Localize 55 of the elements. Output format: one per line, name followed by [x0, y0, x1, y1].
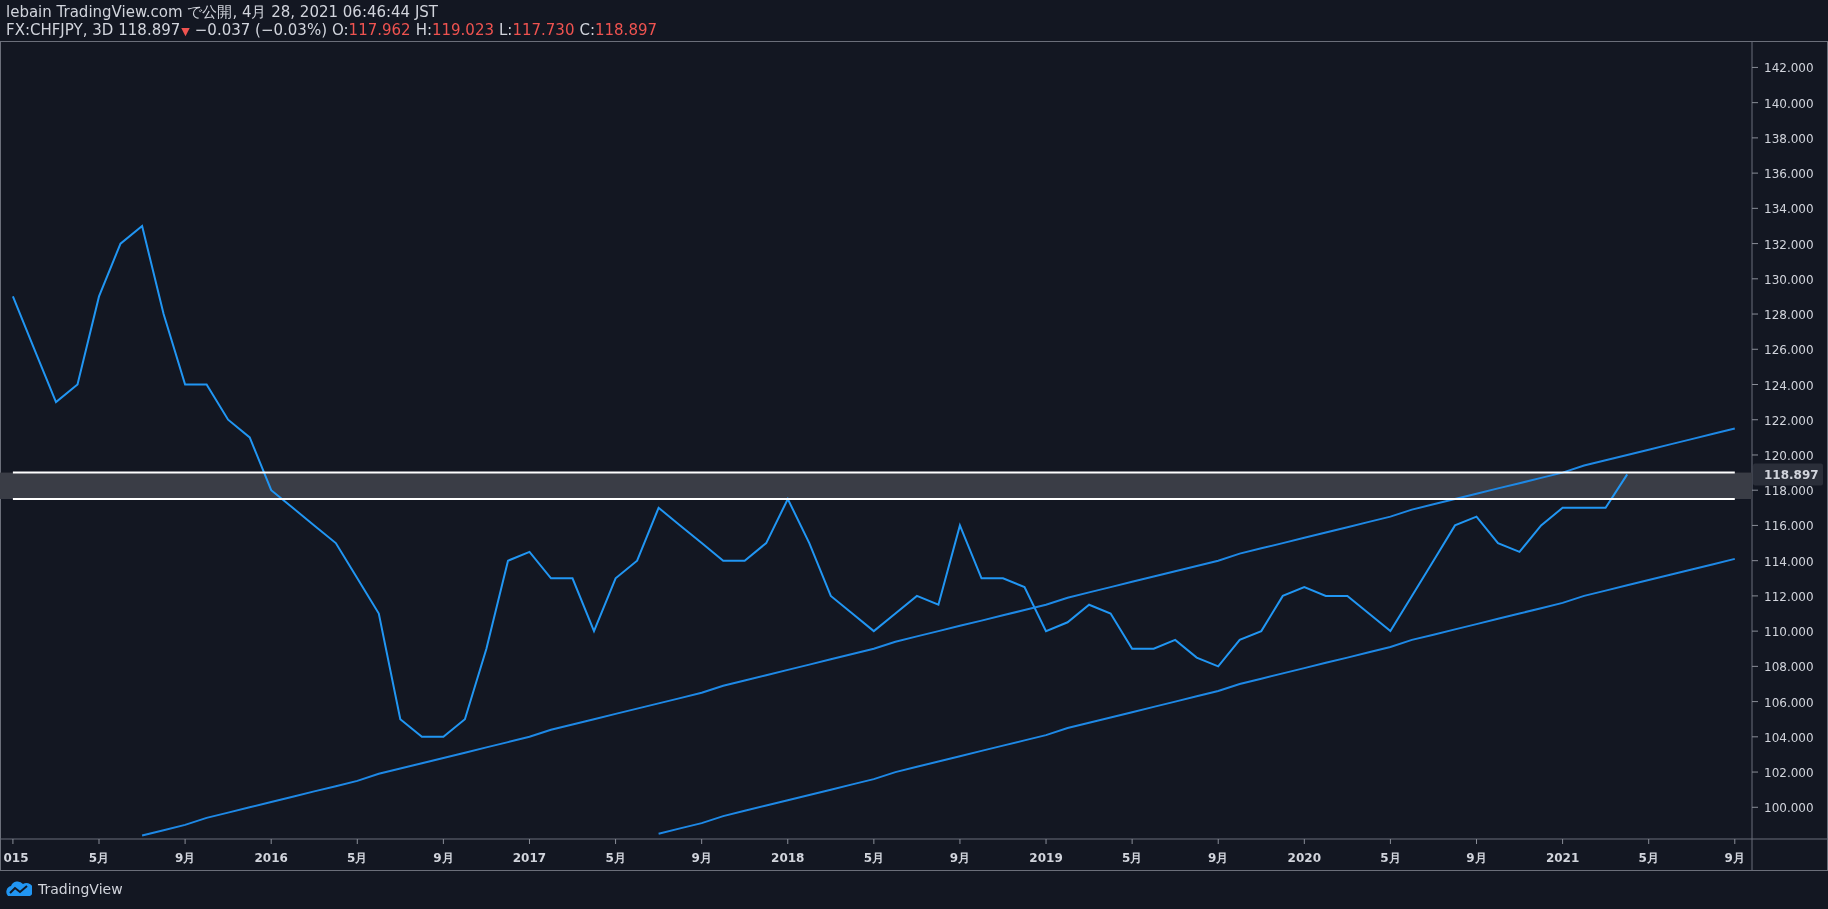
axis-label: 110.000 — [1764, 625, 1814, 640]
axis-label: 2021 — [1545, 851, 1580, 865]
axis-label: 5月 — [605, 851, 626, 865]
axis-label: 9月 — [174, 851, 196, 865]
axis-label: 5月 — [1380, 851, 1401, 865]
cloud-logo-icon — [6, 881, 32, 897]
last-price: 118.897 — [118, 21, 181, 39]
axis-label: 2017 — [512, 851, 547, 865]
axis-label: 140.000 — [1764, 96, 1814, 111]
axis-label: 142.000 — [1764, 61, 1814, 76]
axis-label: 108.000 — [1764, 660, 1814, 675]
axis-label: 104.000 — [1764, 730, 1814, 745]
axis-label: 112.000 — [1764, 589, 1814, 604]
brand-name: TradingView — [38, 881, 123, 897]
ohlc-value: C:118.897 — [579, 21, 657, 39]
axis-label: 118.000 — [1764, 484, 1814, 499]
axis-label: 136.000 — [1764, 167, 1814, 182]
axis-label: 130.000 — [1764, 272, 1814, 287]
axis-label: 5月 — [1638, 851, 1659, 865]
axis-label: 5月 — [347, 851, 368, 865]
axis-label: 2019 — [1029, 851, 1063, 865]
axis-label: 124.000 — [1764, 378, 1814, 393]
axis-label: 122.000 — [1764, 413, 1814, 428]
axis-label: 9月 — [691, 851, 712, 865]
axis-label: 126.000 — [1764, 343, 1814, 358]
ohlc-value: H:119.023 — [415, 21, 494, 39]
axis-label: 102.000 — [1764, 766, 1814, 781]
axis-label: 100.000 — [1764, 801, 1814, 816]
axis-label: 9月 — [1724, 851, 1745, 865]
axis-label: 114.000 — [1764, 554, 1814, 569]
axis-label: 9月 — [433, 851, 454, 865]
price-tag: 118.897 — [1753, 463, 1823, 486]
axis-label: 015 — [3, 851, 29, 865]
ohlc-value: L:117.730 — [499, 21, 575, 39]
axis-label: 9月 — [1208, 851, 1229, 865]
axis-label: 132.000 — [1764, 237, 1814, 252]
axis-label: 2016 — [254, 851, 288, 865]
axis-label: 9月 — [1466, 851, 1487, 865]
axis-label: 138.000 — [1764, 131, 1814, 146]
axis-label: 116.000 — [1764, 519, 1814, 534]
axis-label: 5月 — [88, 851, 110, 865]
axis-label: 5月 — [863, 851, 885, 865]
publish-info: lebain TradingView.com で公開, 4月 28, 2021 06:46:44 JST — [6, 3, 440, 21]
price-change: −0.037 (−0.03%) — [194, 21, 327, 39]
axis-label: 106.000 — [1764, 695, 1814, 710]
symbol-label: FX:CHFJPY, 3D — [6, 21, 114, 39]
axis-label: 134.000 — [1764, 202, 1814, 217]
axis-label: 128.000 — [1764, 308, 1814, 323]
axis-label: 2018 — [771, 851, 805, 865]
axis-label: 2020 — [1287, 851, 1321, 865]
axis-label: 5月 — [1121, 851, 1143, 865]
axis-label: 9月 — [949, 851, 971, 865]
axis-label: 120.000 — [1764, 448, 1814, 463]
ohlc-value: O:117.962 — [332, 21, 411, 39]
change-direction: ▼ — [181, 24, 190, 40]
